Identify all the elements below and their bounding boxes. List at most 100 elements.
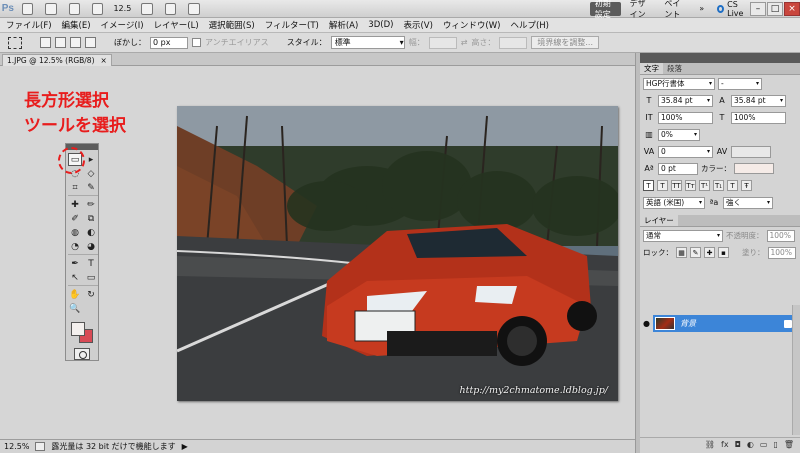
arrange-documents-icon[interactable] [164,2,177,15]
3d-tool-icon[interactable] [84,302,98,315]
lock-position-icon[interactable]: ✚ [704,247,715,258]
new-layer-icon[interactable]: ▯ [773,440,777,449]
leading-input[interactable]: 35.84 pt ▾ [731,94,786,107]
tab-paragraph[interactable]: 段落 [663,63,686,74]
layers-scrollbar[interactable] [792,305,800,435]
lock-transparency-icon[interactable]: ▦ [676,247,687,258]
feather-input[interactable]: 0 px [150,36,188,49]
fill-input[interactable]: 100% [767,246,796,259]
zoom-icon[interactable]: 🔍 [68,302,82,315]
all-caps-button[interactable]: TT [671,180,682,191]
baseline-shift-input[interactable]: 0 pt [658,162,698,175]
pen-tool-icon[interactable]: ✒ [68,257,82,270]
clone-stamp-icon[interactable]: ✐ [68,212,82,225]
opacity-input[interactable]: 100% [766,229,795,242]
horizontal-scale-input[interactable]: 100% [731,111,786,124]
foreground-color-swatch[interactable] [71,322,85,336]
delete-layer-icon[interactable]: 🗑 [784,440,794,449]
eye-icon[interactable]: ● [641,316,652,331]
menu-filter[interactable]: フィルター(T) [265,19,319,31]
menu-layer[interactable]: レイヤー(L) [154,19,199,31]
zoom-tool-icon[interactable] [92,2,104,15]
font-size-input[interactable]: 35.84 pt ▾ [658,94,713,107]
cs-live-button[interactable]: CS Live [717,0,749,18]
workspace-design[interactable]: デザイン [625,0,656,19]
style-select[interactable]: 標準 ▾ [330,36,405,49]
rotate-view-icon[interactable]: ↻ [84,288,98,301]
workspace-more[interactable]: » [694,2,709,16]
superscript-button[interactable]: T¹ [699,180,710,191]
menu-edit[interactable]: 編集(E) [62,19,91,31]
move-tool-icon[interactable]: ▸ [84,153,98,166]
status-arrow-icon[interactable]: ▶ [182,442,188,451]
zoom-level[interactable]: 12.5 [113,4,135,13]
menu-file[interactable]: ファイル(F) [6,19,52,31]
minimize-button[interactable]: – [750,1,767,16]
layer-style-icon[interactable]: fx [721,440,729,449]
tracking-input[interactable]: 0 ▾ [658,145,713,158]
dodge-tool-icon[interactable]: ◕ [84,240,98,253]
vertical-scale-input[interactable]: 100% [658,111,713,124]
blur-tool-icon[interactable]: ◔ [68,240,82,253]
type-tool-icon[interactable]: T [84,257,98,270]
menu-3d[interactable]: 3D(D) [368,20,393,30]
eyedropper-icon[interactable]: ✎ [84,181,98,194]
menu-help[interactable]: ヘルプ(H) [510,19,549,31]
panel-header[interactable] [640,53,800,63]
link-layers-icon[interactable]: ⛓ [705,440,715,449]
tab-layers[interactable]: レイヤー [640,215,678,226]
language-select[interactable]: 英語 (米国) ▾ [643,196,705,209]
close-button[interactable]: × [784,1,800,16]
document-tab[interactable]: 1.JPG @ 12.5% (RGB/8) × [2,54,112,66]
eraser-icon[interactable]: ◍ [68,226,82,239]
menu-window[interactable]: ウィンドウ(W) [443,19,501,31]
new-group-icon[interactable]: ▭ [760,440,768,449]
menu-view[interactable]: 表示(V) [403,19,432,31]
adjustment-layer-icon[interactable]: ◐ [747,440,754,449]
mini-bridge-icon[interactable] [45,2,57,15]
lock-all-icon[interactable]: ▪ [718,247,729,258]
font-style-select[interactable]: - ▾ [718,77,762,90]
path-selection-icon[interactable]: ↖ [68,271,82,284]
tsume-input[interactable]: 0% ▾ [658,128,700,141]
subtract-selection-icon[interactable] [70,37,81,48]
layer-row[interactable]: 背景 [653,315,798,332]
bridge-icon[interactable] [21,2,34,15]
tab-close-icon[interactable]: × [101,56,107,65]
tool-preset-icon[interactable] [8,36,22,49]
intersect-selection-icon[interactable] [85,37,96,48]
menu-select[interactable]: 選択範囲(S) [209,19,255,31]
gradient-icon[interactable]: ◐ [84,226,98,239]
hand-tool-icon[interactable] [68,2,81,15]
quick-mask-icon[interactable] [74,348,90,360]
layer-mask-icon[interactable]: ◘ [735,440,741,449]
lock-pixels-icon[interactable]: ✎ [690,247,701,258]
tab-character[interactable]: 文字 [640,63,663,74]
crop-tool-icon[interactable]: ⌗ [68,181,82,194]
faux-italic-button[interactable]: T [657,180,668,191]
antialias-select[interactable]: 強く ▾ [723,196,773,209]
healing-brush-icon[interactable]: ✚ [68,198,82,211]
small-caps-button[interactable]: Tт [685,180,696,191]
underline-button[interactable]: T [727,180,738,191]
subscript-button[interactable]: T₁ [713,180,724,191]
layer-name[interactable]: 背景 [680,318,696,329]
brush-tool-icon[interactable]: ✏ [84,198,98,211]
shape-tool-icon[interactable]: ▭ [84,271,98,284]
new-selection-icon[interactable] [40,37,51,48]
screen-mode-icon[interactable] [188,2,200,15]
text-color-swatch[interactable] [734,163,774,174]
grid-icon[interactable] [141,2,153,15]
workspace-essentials[interactable]: 初期設定 [589,0,621,19]
faux-bold-button[interactable]: T [643,180,654,191]
history-brush-icon[interactable]: ⧉ [84,212,98,225]
hand-icon[interactable]: ✋ [68,288,82,301]
menu-analysis[interactable]: 解析(A) [329,19,358,31]
document-image[interactable]: http://my2chmatome.ldblog.jp/ [177,106,618,401]
antialias-checkbox[interactable] [192,38,201,47]
restore-button[interactable]: □ [767,1,784,16]
status-zoom[interactable]: 12.5% [4,442,29,451]
workspace-paint[interactable]: ペイント [659,0,690,19]
menu-image[interactable]: イメージ(I) [101,19,144,31]
blend-mode-select[interactable]: 通常 ▾ [643,229,723,242]
